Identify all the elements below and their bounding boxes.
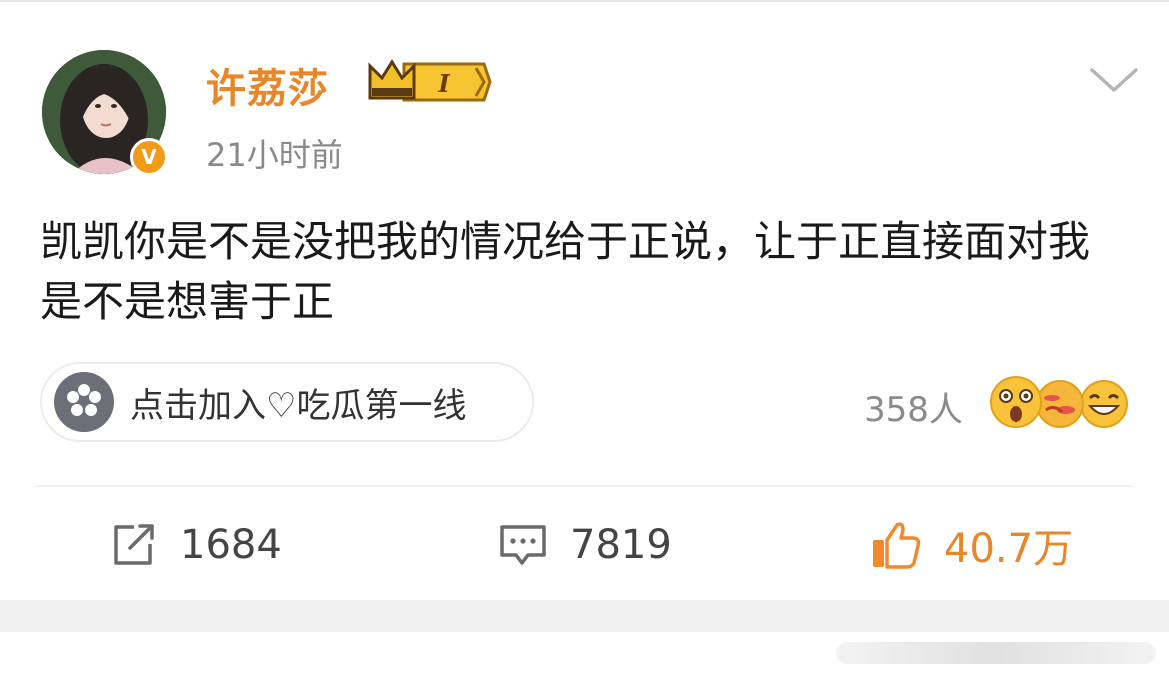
flower-icon [54,372,114,432]
verified-mark: V [141,145,157,169]
like-button[interactable]: 40.7万 [870,517,1073,573]
watermark [836,642,1156,664]
thumbs-up-icon [873,522,921,569]
post-body-text: 凯凯你是不是没把我的情况给于正说，让于正直接面对我是不是想害于正 [40,217,1091,326]
reaction-count[interactable]: 358人 [864,382,963,431]
comment-button[interactable]: 7819 [498,517,672,573]
repost-button[interactable]: 1684 [110,517,282,573]
actions-divider [36,485,1132,487]
chevron-down-icon[interactable] [1088,64,1140,96]
username[interactable]: 许荔莎 [206,56,329,114]
kiss-emoji [1036,380,1084,428]
vip-crown-badge[interactable]: I [366,58,492,106]
like-count: 40.7万 [944,526,1074,572]
reaction-emojis[interactable] [988,374,1132,430]
crown-base [372,88,412,96]
comment-icon [500,525,546,565]
repost-count: 1684 [180,522,282,568]
share-icon [114,524,154,565]
topic-chip[interactable]: 点击加入♡吃瓜第一线 [40,362,534,442]
top-divider [0,0,1169,2]
comment-count: 7819 [570,522,672,568]
vip-level: I [437,69,450,98]
post-time: 21小时前 [206,136,343,174]
verified-badge: V [130,138,168,176]
bottom-separator [0,600,1169,632]
laughing-emoji [1080,380,1128,428]
topic-label: 点击加入♡吃瓜第一线 [130,385,467,426]
shocked-emoji [990,376,1042,428]
